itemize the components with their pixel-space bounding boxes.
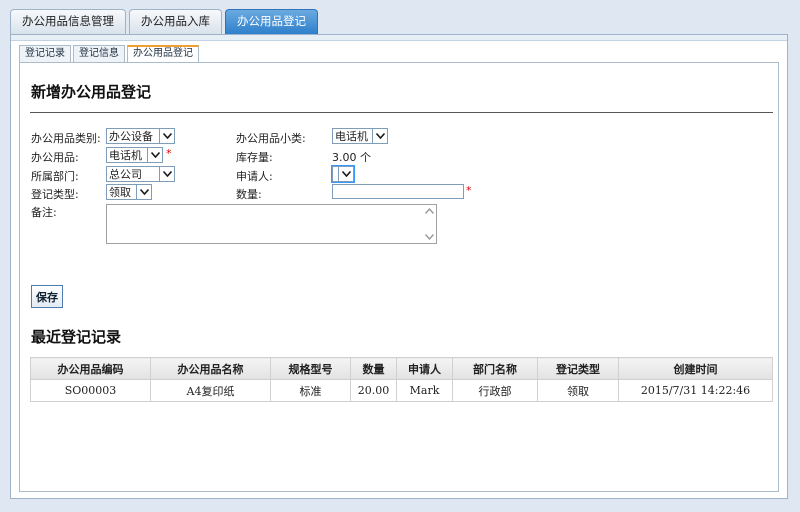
item-select-value: 电话机 [109,149,142,162]
column-header: 申请人 [396,357,453,380]
department-select-value: 总公司 [109,168,142,181]
title-divider [30,112,773,113]
column-header: 数量 [350,357,397,380]
subtab-registration-info[interactable]: 登记信息 [73,45,125,62]
item-select[interactable]: 电话机 [106,147,163,163]
cell-applicant: Mark [396,379,453,402]
column-header: 规格型号 [270,357,351,380]
chevron-down-icon [372,129,387,143]
stock-label: 库存量: [236,151,273,164]
category-select[interactable]: 办公设备 [106,128,175,144]
scroll-up-icon[interactable] [424,208,434,214]
category-label: 办公用品类别: [31,132,101,145]
stock-value: 3.00 个 [332,151,371,164]
applicant-select[interactable] [331,165,355,183]
department-label: 所属部门: [31,170,79,183]
registration-type-select-value: 领取 [109,186,131,199]
table-row[interactable]: SO00003 A4复印纸 标准 20.00 Mark 行政部 领取 2015/… [30,379,773,402]
main-panel: 登记记录 登记信息 办公用品登记 新增办公用品登记 办公用品类别: 办公设备 办… [10,34,788,499]
cell-department: 行政部 [452,379,538,402]
subcategory-label: 办公用品小类: [236,132,306,145]
remark-scrollbar[interactable] [422,205,436,243]
department-select[interactable]: 总公司 [106,166,175,182]
chevron-down-icon [159,167,174,181]
remark-label: 备注: [31,206,57,219]
category-select-value: 办公设备 [109,130,153,143]
column-header: 部门名称 [452,357,538,380]
item-required-mark: * [166,147,172,160]
chevron-down-icon [338,167,353,181]
quantity-required-mark: * [466,184,472,197]
column-header: 登记类型 [537,357,619,380]
cell-item-name: A4复印纸 [150,379,271,402]
remark-textarea[interactable] [106,204,437,244]
chevron-down-icon [159,129,174,143]
tab-office-supplies-registration[interactable]: 办公用品登记 [225,9,318,34]
tab-office-supplies-info[interactable]: 办公用品信息管理 [10,9,126,34]
registration-form-panel: 新增办公用品登记 办公用品类别: 办公设备 办公用品小类: 电话机 办公用品: … [19,62,779,492]
subtab-office-supplies-registration[interactable]: 办公用品登记 [127,45,199,62]
registration-type-label: 登记类型: [31,188,79,201]
subtab-registration-records[interactable]: 登记记录 [19,45,71,62]
recent-records-title: 最近登记记录 [31,328,122,346]
panel-header-strip [11,35,787,41]
registration-type-select[interactable]: 领取 [106,184,152,200]
table-header-row: 办公用品编码 办公用品名称 规格型号 数量 申请人 部门名称 登记类型 创建时间 [30,357,773,380]
column-header: 创建时间 [618,357,773,380]
cell-quantity: 20.00 [350,379,397,402]
quantity-input[interactable] [332,184,464,199]
column-header: 办公用品名称 [150,357,271,380]
scroll-down-icon[interactable] [424,234,434,240]
top-tab-bar: 办公用品信息管理 办公用品入库 办公用品登记 [10,9,318,34]
save-button[interactable]: 保存 [31,285,63,308]
column-header: 办公用品编码 [30,357,151,380]
sub-tab-bar: 登记记录 登记信息 办公用品登记 [19,45,199,62]
applicant-label: 申请人: [236,170,273,183]
cell-item-code: SO00003 [30,379,151,402]
item-label: 办公用品: [31,151,79,164]
tab-office-supplies-stock-in[interactable]: 办公用品入库 [129,9,222,34]
cell-spec: 标准 [270,379,351,402]
chevron-down-icon [136,185,151,199]
chevron-down-icon [147,148,162,162]
quantity-label: 数量: [236,188,262,201]
subcategory-select[interactable]: 电话机 [332,128,388,144]
subcategory-select-value: 电话机 [335,130,368,143]
cell-registration-type: 领取 [537,379,619,402]
recent-records-table: 办公用品编码 办公用品名称 规格型号 数量 申请人 部门名称 登记类型 创建时间… [30,357,773,402]
cell-created-time: 2015/7/31 14:22:46 [618,379,773,402]
page-title: 新增办公用品登记 [31,83,152,101]
